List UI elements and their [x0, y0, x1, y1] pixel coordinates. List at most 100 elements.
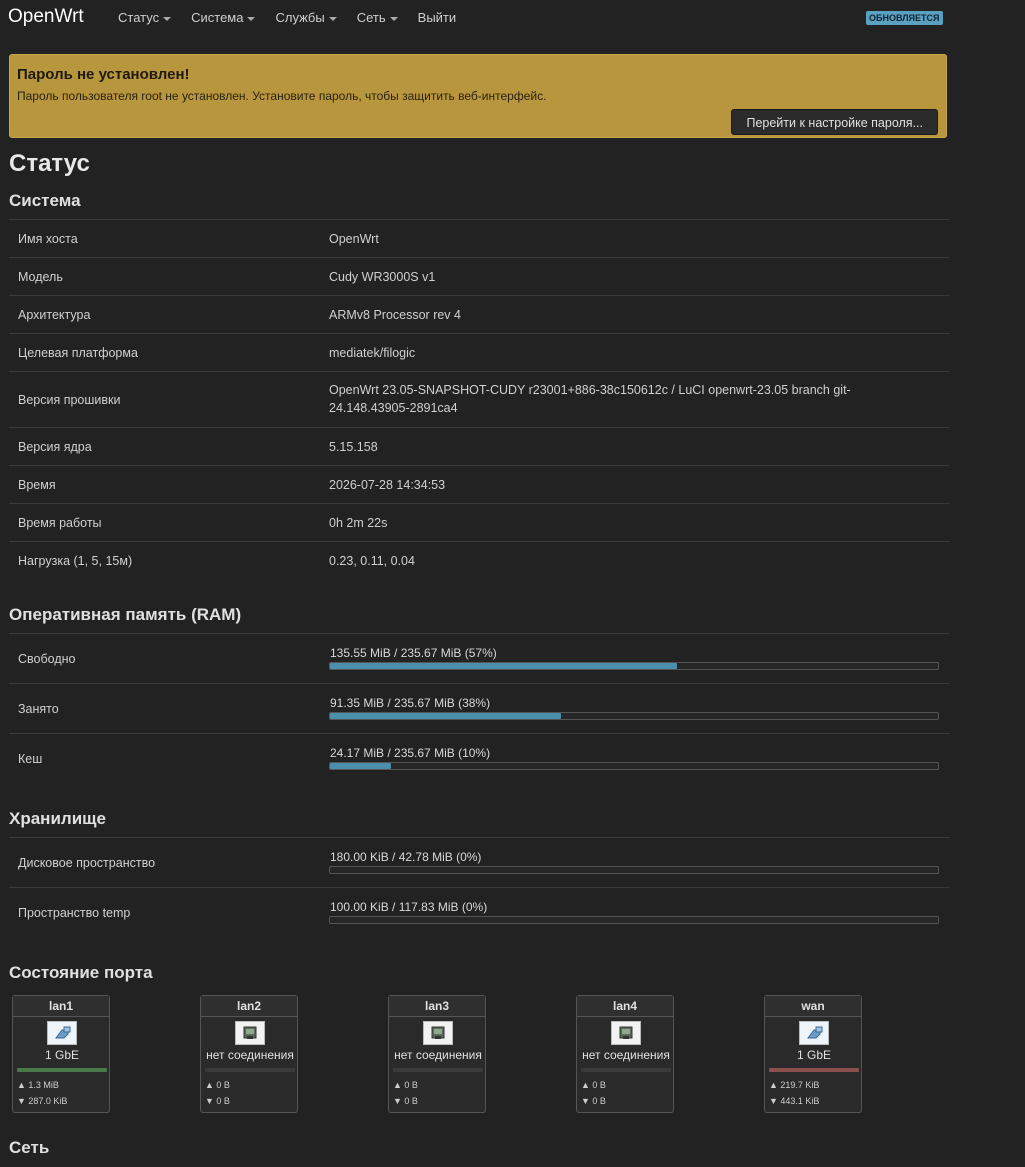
row-key: Занято — [18, 702, 59, 716]
row-value: mediatek/filogic — [329, 346, 416, 360]
ethernet-connected-icon — [47, 1021, 77, 1045]
row-key: Нагрузка (1, 5, 15м) — [18, 554, 133, 568]
row-key: Свободно — [18, 652, 76, 666]
nav-logout-label: Выйти — [417, 10, 457, 25]
main-nav: Статус Система Службы Сеть Выйти — [118, 10, 476, 25]
row-value: 0h 2m 22s — [329, 516, 388, 530]
port-wan: wan 1 GbE ▲ 219.7 KiB ▼ 443.1 KiB — [764, 995, 862, 1113]
row-key: Версия ядра — [18, 440, 92, 454]
table-row: Пространство temp 100.00 KiB / 117.83 MiB… — [9, 887, 949, 937]
port-tx: ▲ 0 B — [393, 1080, 418, 1090]
progress-bar — [329, 762, 939, 770]
table-row: Имя хоста OpenWrt — [9, 219, 949, 257]
chevron-down-icon — [247, 16, 256, 21]
system-table: Имя хоста OpenWrt Модель Cudy WR3000S v1 Арх… — [9, 219, 949, 579]
status-badge[interactable]: ОБНОВЛЯЕТСЯ — [866, 11, 943, 25]
system-section-title: Система — [9, 191, 81, 210]
ethernet-connected-icon — [799, 1021, 829, 1045]
row-key: Дисковое пространство — [18, 856, 156, 870]
storage-table: Дисковое пространство 180.00 KiB / 42.78 … — [9, 837, 949, 937]
port-name: lan1 — [13, 996, 109, 1017]
ethernet-disconnected-icon — [235, 1021, 265, 1045]
table-row: Целевая платформа mediatek/filogic — [9, 333, 949, 371]
port-speed: нет соединения — [582, 1048, 670, 1062]
nav-services-label: Службы — [275, 10, 325, 25]
ethernet-disconnected-icon — [423, 1021, 453, 1045]
row-value: Cudy WR3000S v1 — [329, 270, 436, 284]
progress-label: 135.55 MiB / 235.67 MiB (57%) — [330, 646, 497, 660]
progress-label: 24.17 MiB / 235.67 MiB (10%) — [330, 746, 491, 760]
port-link-indicator — [769, 1068, 859, 1072]
table-row: Время работы 0h 2m 22s — [9, 503, 949, 541]
chevron-down-icon — [328, 16, 337, 21]
nav-network-label: Сеть — [356, 10, 386, 25]
brand-logo[interactable]: OpenWrt — [8, 6, 84, 28]
port-name: wan — [765, 996, 861, 1017]
port-rx: ▼ 0 B — [581, 1096, 606, 1106]
progress-fill — [330, 663, 677, 669]
nav-status[interactable]: Статус — [118, 10, 172, 25]
row-value: OpenWrt 23.05-SNAPSHOT-CUDY r23001+886-3… — [329, 383, 851, 415]
go-to-password-button[interactable]: Перейти к настройке пароля... — [731, 109, 938, 135]
row-key: Пространство temp — [18, 906, 131, 920]
row-key: Кеш — [18, 752, 43, 766]
row-key: Модель — [18, 270, 63, 284]
port-speed: 1 GbE — [44, 1048, 80, 1062]
table-row: Дисковое пространство 180.00 KiB / 42.78 … — [9, 837, 949, 887]
row-key: Целевая платформа — [18, 346, 138, 360]
table-row: Свободно 135.55 MiB / 235.67 MiB (57%) — [9, 633, 949, 683]
nav-services[interactable]: Службы — [275, 10, 337, 25]
port-lan4: lan4 нет соединения ▲ 0 B ▼ 0 B — [576, 995, 674, 1113]
ram-table: Свободно 135.55 MiB / 235.67 MiB (57%) Зан… — [9, 633, 949, 783]
table-row: Архитектура ARMv8 Processor rev 4 — [9, 295, 949, 333]
nav-system-label: Система — [191, 10, 244, 25]
port-link-indicator — [393, 1068, 483, 1072]
row-key: Версия прошивки — [18, 393, 121, 407]
port-lan2: lan2 нет соединения ▲ 0 B ▼ 0 B — [200, 995, 298, 1113]
port-link-indicator — [17, 1068, 107, 1072]
table-row: Версия прошивки OpenWrt 23.05-SNAPSHOT-CU… — [9, 371, 949, 427]
progress-bar — [329, 866, 939, 874]
progress-label: 91.35 MiB / 235.67 MiB (38%) — [330, 696, 491, 710]
port-lan3: lan3 нет соединения ▲ 0 B ▼ 0 B — [388, 995, 486, 1113]
progress-label: 180.00 KiB / 42.78 MiB (0%) — [330, 850, 482, 864]
port-tx: ▲ 0 B — [205, 1080, 230, 1090]
nav-system[interactable]: Система — [191, 10, 256, 25]
ethernet-disconnected-icon — [611, 1021, 641, 1045]
chevron-down-icon — [163, 16, 172, 21]
port-speed: 1 GbE — [796, 1048, 832, 1062]
ram-section-title: Оперативная память (RAM) — [9, 605, 242, 624]
port-tx: ▲ 0 B — [581, 1080, 606, 1090]
table-row: Версия ядра 5.15.158 — [9, 427, 949, 465]
port-name: lan4 — [577, 996, 673, 1017]
alert-text: Пароль пользователя root не установлен. … — [17, 89, 547, 103]
row-value: OpenWrt — [329, 232, 379, 246]
network-section-title: Сеть — [9, 1138, 50, 1157]
progress-label: 100.00 KiB / 117.83 MiB (0%) — [330, 900, 488, 914]
port-tx: ▲ 219.7 KiB — [769, 1080, 820, 1090]
port-link-indicator — [581, 1068, 671, 1072]
table-row: Занято 91.35 MiB / 235.67 MiB (38%) — [9, 683, 949, 733]
nav-logout[interactable]: Выйти — [418, 10, 457, 25]
port-rx: ▼ 443.1 KiB — [769, 1096, 820, 1106]
row-key: Время — [18, 478, 56, 492]
row-value: ARMv8 Processor rev 4 — [329, 308, 461, 322]
alert-title: Пароль не установлен! — [17, 66, 190, 83]
port-rx: ▼ 287.0 KiB — [17, 1096, 68, 1106]
progress-fill — [330, 713, 562, 719]
progress-bar — [329, 662, 939, 670]
port-tx: ▲ 1.3 MiB — [17, 1080, 59, 1090]
table-row: Модель Cudy WR3000S v1 — [9, 257, 949, 295]
nav-network[interactable]: Сеть — [357, 10, 398, 25]
password-alert: Пароль не установлен! Пароль пользовател… — [9, 54, 947, 138]
port-rx: ▼ 0 B — [393, 1096, 418, 1106]
table-row: Кеш 24.17 MiB / 235.67 MiB (10%) — [9, 733, 949, 783]
chevron-down-icon — [389, 16, 398, 21]
port-speed: нет соединения — [206, 1048, 294, 1062]
port-rx: ▼ 0 B — [205, 1096, 230, 1106]
page-title: Статус — [9, 150, 90, 177]
top-navbar: OpenWrt Статус Система Службы Сеть Выйти… — [0, 0, 1025, 36]
port-name: lan3 — [389, 996, 485, 1017]
port-speed: нет соединения — [394, 1048, 482, 1062]
port-name: lan2 — [201, 996, 297, 1017]
